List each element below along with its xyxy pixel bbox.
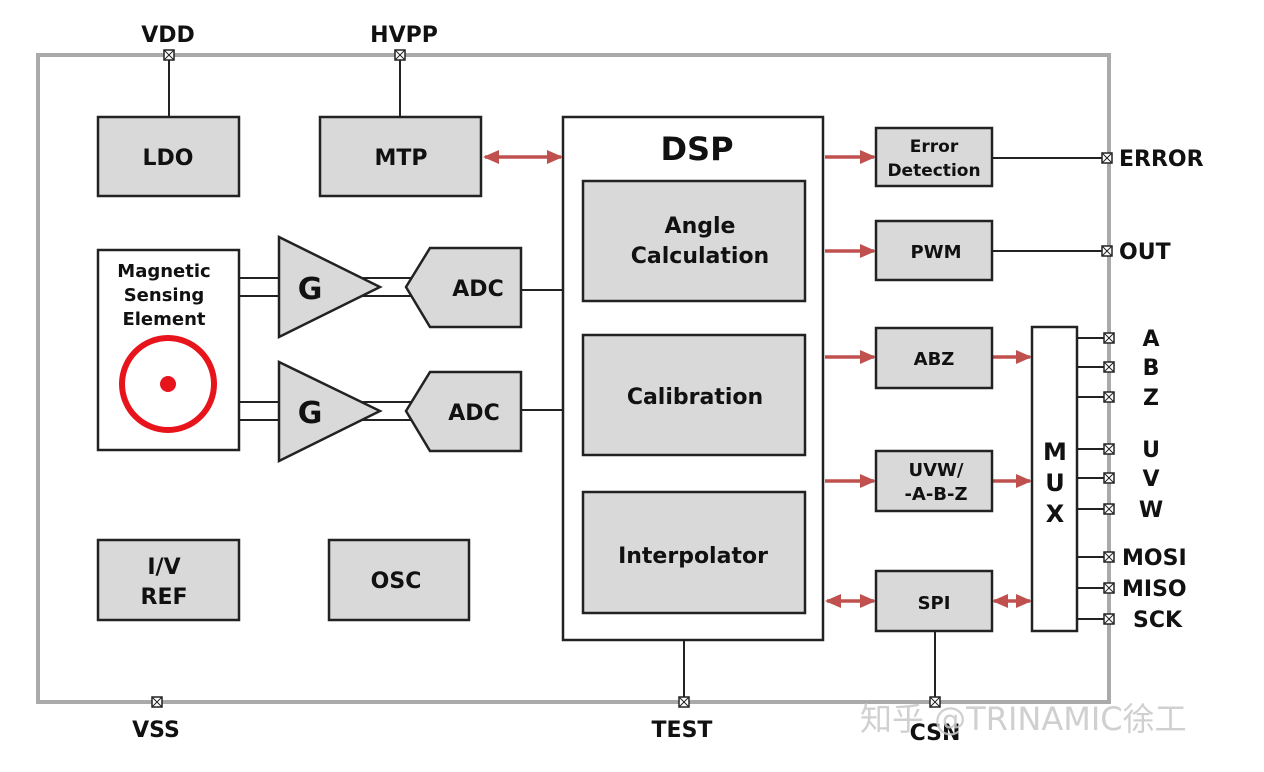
pin-label-miso: MISO xyxy=(1122,577,1187,602)
interpolator-label: Interpolator xyxy=(618,544,768,569)
osc-block: OSC xyxy=(327,538,471,622)
pin-pad-mosi-icon xyxy=(1103,551,1115,563)
iv-ref-block: I/V REF xyxy=(96,538,241,622)
abz-label: ABZ xyxy=(914,349,955,370)
spi-label: SPI xyxy=(918,593,951,614)
adc-label: ADC xyxy=(448,401,499,426)
sensing-label-3: Element xyxy=(122,309,205,330)
pin-pad-out-icon xyxy=(1101,245,1113,257)
gain-amplifier-2: G xyxy=(277,360,383,464)
ivref-label-1: I/V xyxy=(147,555,180,580)
magnetic-field-dot-icon xyxy=(160,376,176,392)
osc-label: OSC xyxy=(371,569,422,594)
pin-label-v: V xyxy=(1142,467,1159,492)
pin-pad-hvpp-icon xyxy=(394,49,406,61)
mtp-block: MTP xyxy=(318,115,483,198)
pin-label-test: TEST xyxy=(652,718,713,743)
pin-label-z: Z xyxy=(1143,386,1159,411)
pin-label-a: A xyxy=(1142,327,1159,352)
angle-label-2: Calculation xyxy=(631,244,769,269)
mtp-label: MTP xyxy=(374,146,427,171)
spi-block: SPI xyxy=(874,569,994,633)
error-label-1: Error xyxy=(910,137,959,157)
pin-pad-vdd-icon xyxy=(163,49,175,61)
gain-amplifier-1: G xyxy=(277,234,383,340)
pwm-block: PWM xyxy=(874,219,994,282)
dsp-label: DSP xyxy=(660,130,733,168)
ivref-label-2: REF xyxy=(141,585,188,610)
pin-label-hvpp: HVPP xyxy=(370,23,438,48)
uvw-block: UVW/ -A-B-Z xyxy=(874,449,994,513)
pin-label-error: ERROR xyxy=(1119,147,1204,172)
block-diagram: LDO MTP Magnetic Sensing Element G G ADC… xyxy=(36,23,1204,746)
pwm-label: PWM xyxy=(911,242,962,263)
pin-pad-sck-icon xyxy=(1103,613,1115,625)
mux-label-m: M xyxy=(1043,438,1067,466)
ldo-block: LDO xyxy=(96,115,241,198)
mux-block: M U X xyxy=(1030,325,1079,633)
angle-label-1: Angle xyxy=(665,214,736,239)
pin-pad-vss-icon xyxy=(151,696,163,708)
pin-pad-b-icon xyxy=(1103,361,1115,373)
pin-label-vss: VSS xyxy=(132,718,180,743)
adc-block-2: ADC xyxy=(404,370,523,453)
pin-label-u: U xyxy=(1142,438,1160,463)
magnetic-sensing-element: Magnetic Sensing Element xyxy=(96,248,241,452)
sensing-label-2: Sensing xyxy=(124,285,205,306)
pin-label-sck: SCK xyxy=(1133,608,1183,633)
pin-pad-u-icon xyxy=(1103,443,1115,455)
pin-label-b: B xyxy=(1143,356,1160,381)
uvw-label-2: -A-B-Z xyxy=(904,484,967,505)
pin-pad-z-icon xyxy=(1103,391,1115,403)
pin-label-vdd: VDD xyxy=(141,23,195,48)
uvw-label-1: UVW/ xyxy=(909,460,964,481)
error-detection-block: Error Detection xyxy=(874,126,994,188)
angle-calculation-block xyxy=(581,179,807,303)
gain-label: G xyxy=(298,396,323,431)
error-label-2: Detection xyxy=(887,161,980,181)
watermark: 知乎 @TRINAMIC徐工 xyxy=(860,700,1187,738)
gain-label: G xyxy=(298,272,323,307)
adc-label: ADC xyxy=(452,277,503,302)
pin-pad-miso-icon xyxy=(1103,582,1115,594)
ldo-label: LDO xyxy=(143,146,194,171)
adc-block-1: ADC xyxy=(404,246,523,329)
sensing-label-1: Magnetic xyxy=(117,261,210,282)
calibration-label: Calibration xyxy=(627,385,763,410)
pin-label-mosi: MOSI xyxy=(1122,546,1187,571)
dsp-block: DSP Angle Calculation Calibration Interp… xyxy=(561,115,825,642)
pin-label-w: W xyxy=(1139,498,1163,523)
mux-label-u: U xyxy=(1045,469,1065,497)
pin-pad-error-icon xyxy=(1101,152,1113,164)
pin-pad-v-icon xyxy=(1103,472,1115,484)
pin-pad-w-icon xyxy=(1103,503,1115,515)
pin-pad-test-icon xyxy=(678,696,690,708)
mux-label-x: X xyxy=(1046,500,1065,528)
pin-pad-a-icon xyxy=(1103,332,1115,344)
pin-label-out: OUT xyxy=(1119,240,1171,265)
abz-block: ABZ xyxy=(874,326,994,390)
